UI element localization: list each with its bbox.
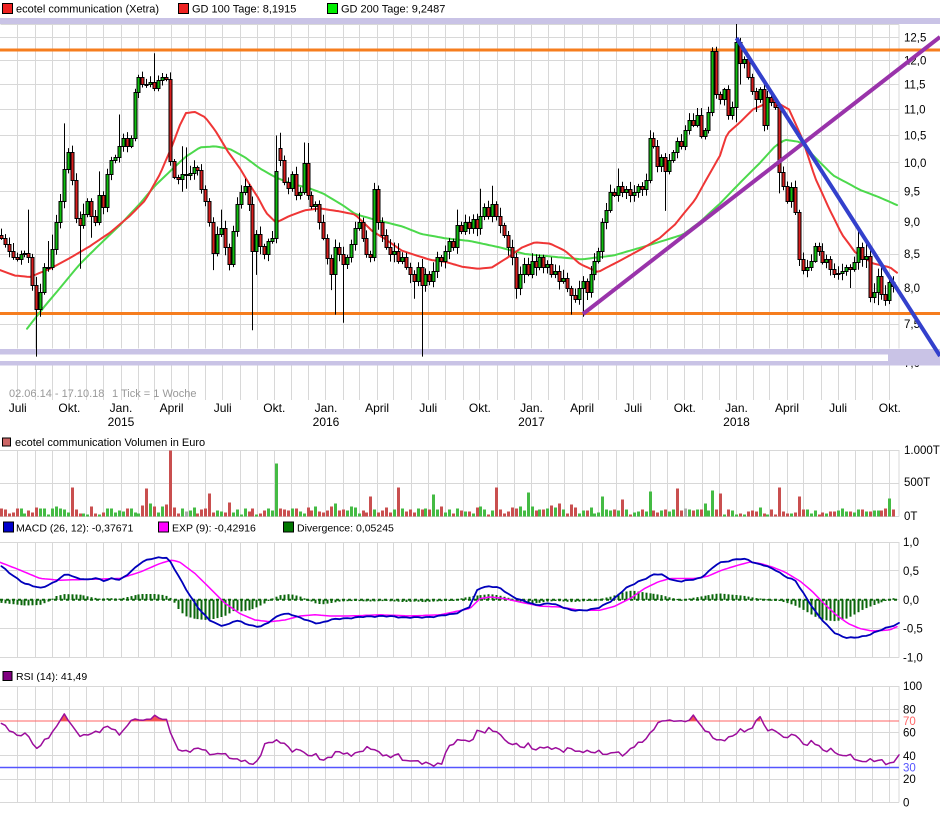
svg-text:-1,0: -1,0 bbox=[903, 653, 923, 665]
svg-text:2018: 2018 bbox=[723, 415, 750, 429]
svg-text:Juli: Juli bbox=[829, 401, 847, 415]
svg-text:70: 70 bbox=[903, 716, 916, 728]
svg-text:80: 80 bbox=[903, 704, 916, 716]
svg-text:40: 40 bbox=[903, 751, 916, 763]
svg-text:2016: 2016 bbox=[313, 415, 340, 429]
svg-text:10,5: 10,5 bbox=[904, 131, 926, 143]
svg-text:20: 20 bbox=[903, 774, 916, 786]
svg-text:Juli: Juli bbox=[9, 401, 27, 415]
svg-text:11,0: 11,0 bbox=[904, 104, 926, 116]
svg-text:ecotel communication (Xetra): ecotel communication (Xetra) bbox=[16, 4, 159, 16]
svg-text:GD 200 Tage: 9,2487: GD 200 Tage: 9,2487 bbox=[341, 4, 445, 16]
svg-text:Divergence: 0,05245: Divergence: 0,05245 bbox=[297, 523, 394, 535]
svg-text:Jan.: Jan. bbox=[520, 401, 543, 415]
svg-text:Okt.: Okt. bbox=[674, 401, 696, 415]
svg-text:02.06.14 - 17.10.18: 02.06.14 - 17.10.18 bbox=[9, 388, 104, 400]
svg-text:Okt.: Okt. bbox=[58, 401, 80, 415]
svg-text:Jan.: Jan. bbox=[315, 401, 338, 415]
svg-text:MACD (26, 12): -0,37671: MACD (26, 12): -0,37671 bbox=[16, 523, 133, 535]
svg-text:Jan.: Jan. bbox=[110, 401, 133, 415]
svg-text:EXP (9): -0,42916: EXP (9): -0,42916 bbox=[172, 523, 256, 535]
svg-text:500T: 500T bbox=[904, 477, 930, 489]
svg-text:8,5: 8,5 bbox=[904, 249, 920, 261]
svg-text:Okt.: Okt. bbox=[263, 401, 285, 415]
svg-text:9,0: 9,0 bbox=[904, 217, 920, 229]
svg-text:10,0: 10,0 bbox=[904, 158, 926, 170]
svg-text:April: April bbox=[365, 401, 389, 415]
svg-text:2017: 2017 bbox=[518, 415, 545, 429]
svg-text:April: April bbox=[775, 401, 799, 415]
svg-text:Okt.: Okt. bbox=[469, 401, 491, 415]
svg-text:1 Tick = 1 Woche: 1 Tick = 1 Woche bbox=[112, 388, 196, 400]
svg-text:GD 100 Tage: 8,1915: GD 100 Tage: 8,1915 bbox=[192, 4, 296, 16]
svg-text:1.000T: 1.000T bbox=[904, 445, 940, 457]
svg-text:2015: 2015 bbox=[108, 415, 135, 429]
svg-text:12,5: 12,5 bbox=[904, 33, 926, 45]
svg-text:11,5: 11,5 bbox=[904, 80, 926, 92]
svg-text:ecotel communication Volumen i: ecotel communication Volumen in Euro bbox=[15, 437, 205, 449]
svg-text:Juli: Juli bbox=[214, 401, 232, 415]
svg-text:100: 100 bbox=[903, 681, 922, 693]
svg-text:0,5: 0,5 bbox=[903, 566, 919, 578]
svg-text:-0,5: -0,5 bbox=[903, 624, 923, 636]
svg-text:60: 60 bbox=[903, 728, 916, 740]
svg-text:April: April bbox=[160, 401, 184, 415]
svg-text:9,5: 9,5 bbox=[904, 187, 920, 199]
svg-text:Okt.: Okt. bbox=[879, 401, 901, 415]
svg-text:1,0: 1,0 bbox=[903, 537, 919, 549]
svg-text:Juli: Juli bbox=[419, 401, 437, 415]
svg-text:0: 0 bbox=[903, 797, 909, 809]
svg-text:0,0: 0,0 bbox=[903, 595, 919, 607]
svg-text:0T: 0T bbox=[904, 511, 917, 523]
svg-text:30: 30 bbox=[903, 763, 916, 775]
svg-text:April: April bbox=[570, 401, 594, 415]
svg-text:Jan.: Jan. bbox=[725, 401, 748, 415]
svg-text:8,0: 8,0 bbox=[904, 283, 920, 295]
svg-text:RSI (14): 41,49: RSI (14): 41,49 bbox=[16, 671, 87, 683]
svg-text:Juli: Juli bbox=[624, 401, 642, 415]
